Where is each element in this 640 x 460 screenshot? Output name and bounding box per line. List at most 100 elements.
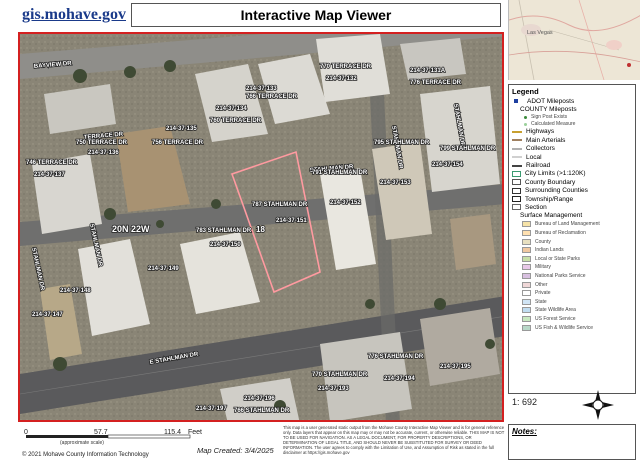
svg-text:776 STAHLMAN DR: 776 STAHLMAN DR (368, 354, 424, 360)
copyright: © 2021 Mohave County Information Technol… (22, 452, 149, 458)
scale-unit: Feet (188, 429, 203, 436)
svg-text:214-37-137: 214-37-137 (34, 172, 65, 178)
legend-surface-item: Military (512, 263, 632, 272)
svg-text:214-37-147: 214-37-147 (32, 312, 63, 318)
svg-text:214-37-150: 214-37-150 (210, 242, 241, 248)
svg-text:787 STAHLMAN DR: 787 STAHLMAN DR (252, 202, 308, 208)
legend-surface-label: Private (535, 290, 551, 297)
legend-surface-label: US Forest Service (535, 315, 576, 322)
scale-ratio: 1: 692 (512, 397, 538, 407)
legend-swatch-icon (522, 221, 531, 228)
legend-surface-item: Private (512, 289, 632, 298)
legend-symbol-icon (512, 196, 521, 203)
scale-note: (approximate scale) (60, 440, 104, 446)
legend-swatch-icon (522, 272, 531, 279)
legend-surface-label: US Fish & Wildlife Service (535, 324, 594, 331)
map-canvas[interactable]: BAYVIEW DR TERRACE DR STAHLMAN DR STAHLM… (18, 32, 504, 422)
legend-surface-item: County (512, 237, 632, 246)
legend-item: Surrounding Counties (512, 187, 632, 195)
legend-swatch-icon (522, 298, 531, 305)
disclaimer: This map is a user generated static outp… (283, 425, 505, 455)
legend-swatch-icon (522, 255, 531, 262)
svg-text:750 TERRACE DR: 750 TERRACE DR (76, 140, 128, 146)
legend-item: Surface Management (512, 212, 632, 220)
legend-item: ADOT Mileposts (512, 97, 632, 105)
overview-map-graphic: Las Vegas (509, 0, 640, 80)
svg-text:746 TERRACE DR: 746 TERRACE DR (26, 160, 78, 166)
notes-box: Notes: (508, 424, 636, 460)
legend-surface-item: State (512, 297, 632, 306)
legend-surface-label: County (535, 238, 551, 245)
legend-symbol-icon (512, 156, 522, 159)
svg-text:756 TERRACE DR: 756 TERRACE DR (152, 140, 204, 146)
svg-text:214-37-154: 214-37-154 (432, 162, 463, 168)
svg-text:214-37-152: 214-37-152 (330, 200, 361, 206)
legend-item: Railroad (512, 161, 632, 169)
legend-symbol-icon (512, 179, 521, 186)
legend-item-label: Local (526, 153, 542, 161)
legend-symbol-icon (512, 130, 522, 133)
legend-surface-item: Indian Lands (512, 246, 632, 255)
legend-surface-item: Bureau of Land Management (512, 220, 632, 229)
legend-item-label: Collectors (526, 145, 555, 153)
legend-symbol-icon (512, 164, 522, 167)
svg-text:776 TERRACE DR: 776 TERRACE DR (410, 80, 462, 86)
legend-item: Highways (512, 128, 632, 136)
inset-city-label: Las Vegas (527, 30, 553, 36)
legend-item: Sign Post Exists (512, 114, 632, 121)
legend-surface-item: US Forest Service (512, 315, 632, 324)
legend-surface-item: Local or State Parks (512, 254, 632, 263)
legend-item-label: Highways (526, 128, 555, 136)
legend-symbol-icon (512, 187, 521, 194)
legend-symbol-icon (512, 213, 516, 219)
svg-text:214-37-196: 214-37-196 (244, 396, 275, 402)
map-created-date: Map Created: 3/4/2025 (197, 446, 274, 455)
legend-item-label: Railroad (526, 162, 551, 170)
legend-surface-label: State Wildlife Area (535, 307, 576, 314)
svg-text:214-37-131A: 214-37-131A (410, 68, 446, 74)
legend-swatch-icon (522, 324, 531, 331)
legend-surface-item: National Parks Service (512, 272, 632, 281)
legend-item: Township/Range (512, 195, 632, 203)
scale-tick-0: 0 (24, 429, 28, 436)
legend-item: Local (512, 153, 632, 161)
legend-surface-label: Bureau of Reclamation (535, 229, 586, 236)
legend-surface-item: Bureau of Reclamation (512, 229, 632, 238)
legend-item-label: ADOT Mileposts (527, 97, 575, 105)
legend-item: Calculated Measure (512, 121, 632, 128)
svg-text:214-37-135: 214-37-135 (166, 126, 197, 132)
svg-text:214-37-193: 214-37-193 (318, 386, 349, 392)
svg-text:760 TERRACE DR: 760 TERRACE DR (210, 118, 262, 124)
svg-text:214-37-153: 214-37-153 (380, 180, 411, 186)
scale-tick-2: 115.4 (164, 429, 181, 436)
svg-text:214-37-132: 214-37-132 (326, 76, 357, 82)
svg-text:214-37-134: 214-37-134 (216, 106, 247, 112)
legend-symbol-icon (512, 107, 516, 113)
legend-surface-label: State (535, 298, 547, 305)
svg-text:214-37-133: 214-37-133 (246, 86, 277, 92)
legend-item-label: County Boundary (525, 178, 576, 186)
legend-item: County Boundary (512, 178, 632, 186)
svg-text:214-37-195: 214-37-195 (440, 364, 471, 370)
legend-swatch-icon (522, 307, 531, 314)
svg-text:770 STAHLMAN DR: 770 STAHLMAN DR (312, 372, 368, 378)
north-arrow-icon (578, 388, 618, 422)
svg-text:214-37-197: 214-37-197 (196, 406, 227, 412)
legend-item-label: Main Arterials (526, 136, 566, 144)
legend-symbol-icon (514, 99, 518, 104)
legend-item: Main Arterials (512, 136, 632, 144)
svg-text:766 STAHLMAN DR: 766 STAHLMAN DR (234, 408, 290, 414)
site-link[interactable]: gis.mohave.gov (22, 6, 126, 24)
legend-surface-item: State Wildlife Area (512, 306, 632, 315)
svg-text:214-37-148: 214-37-148 (60, 288, 91, 294)
legend-surface-label: Bureau of Land Management (535, 221, 600, 228)
legend-item-label: COUNTY Mileposts (520, 106, 577, 114)
page-title-text: Interactive Map Viewer (240, 7, 392, 23)
legend-symbol-icon (512, 204, 521, 211)
legend-swatch-icon (522, 264, 531, 271)
legend-surface-label: Indian Lands (535, 247, 564, 254)
legend-item: Collectors (512, 145, 632, 153)
legend-surface-label: Other (535, 281, 548, 288)
overview-inset-map[interactable]: Las Vegas (508, 0, 640, 80)
legend-surface-item: US Fish & Wildlife Service (512, 323, 632, 332)
